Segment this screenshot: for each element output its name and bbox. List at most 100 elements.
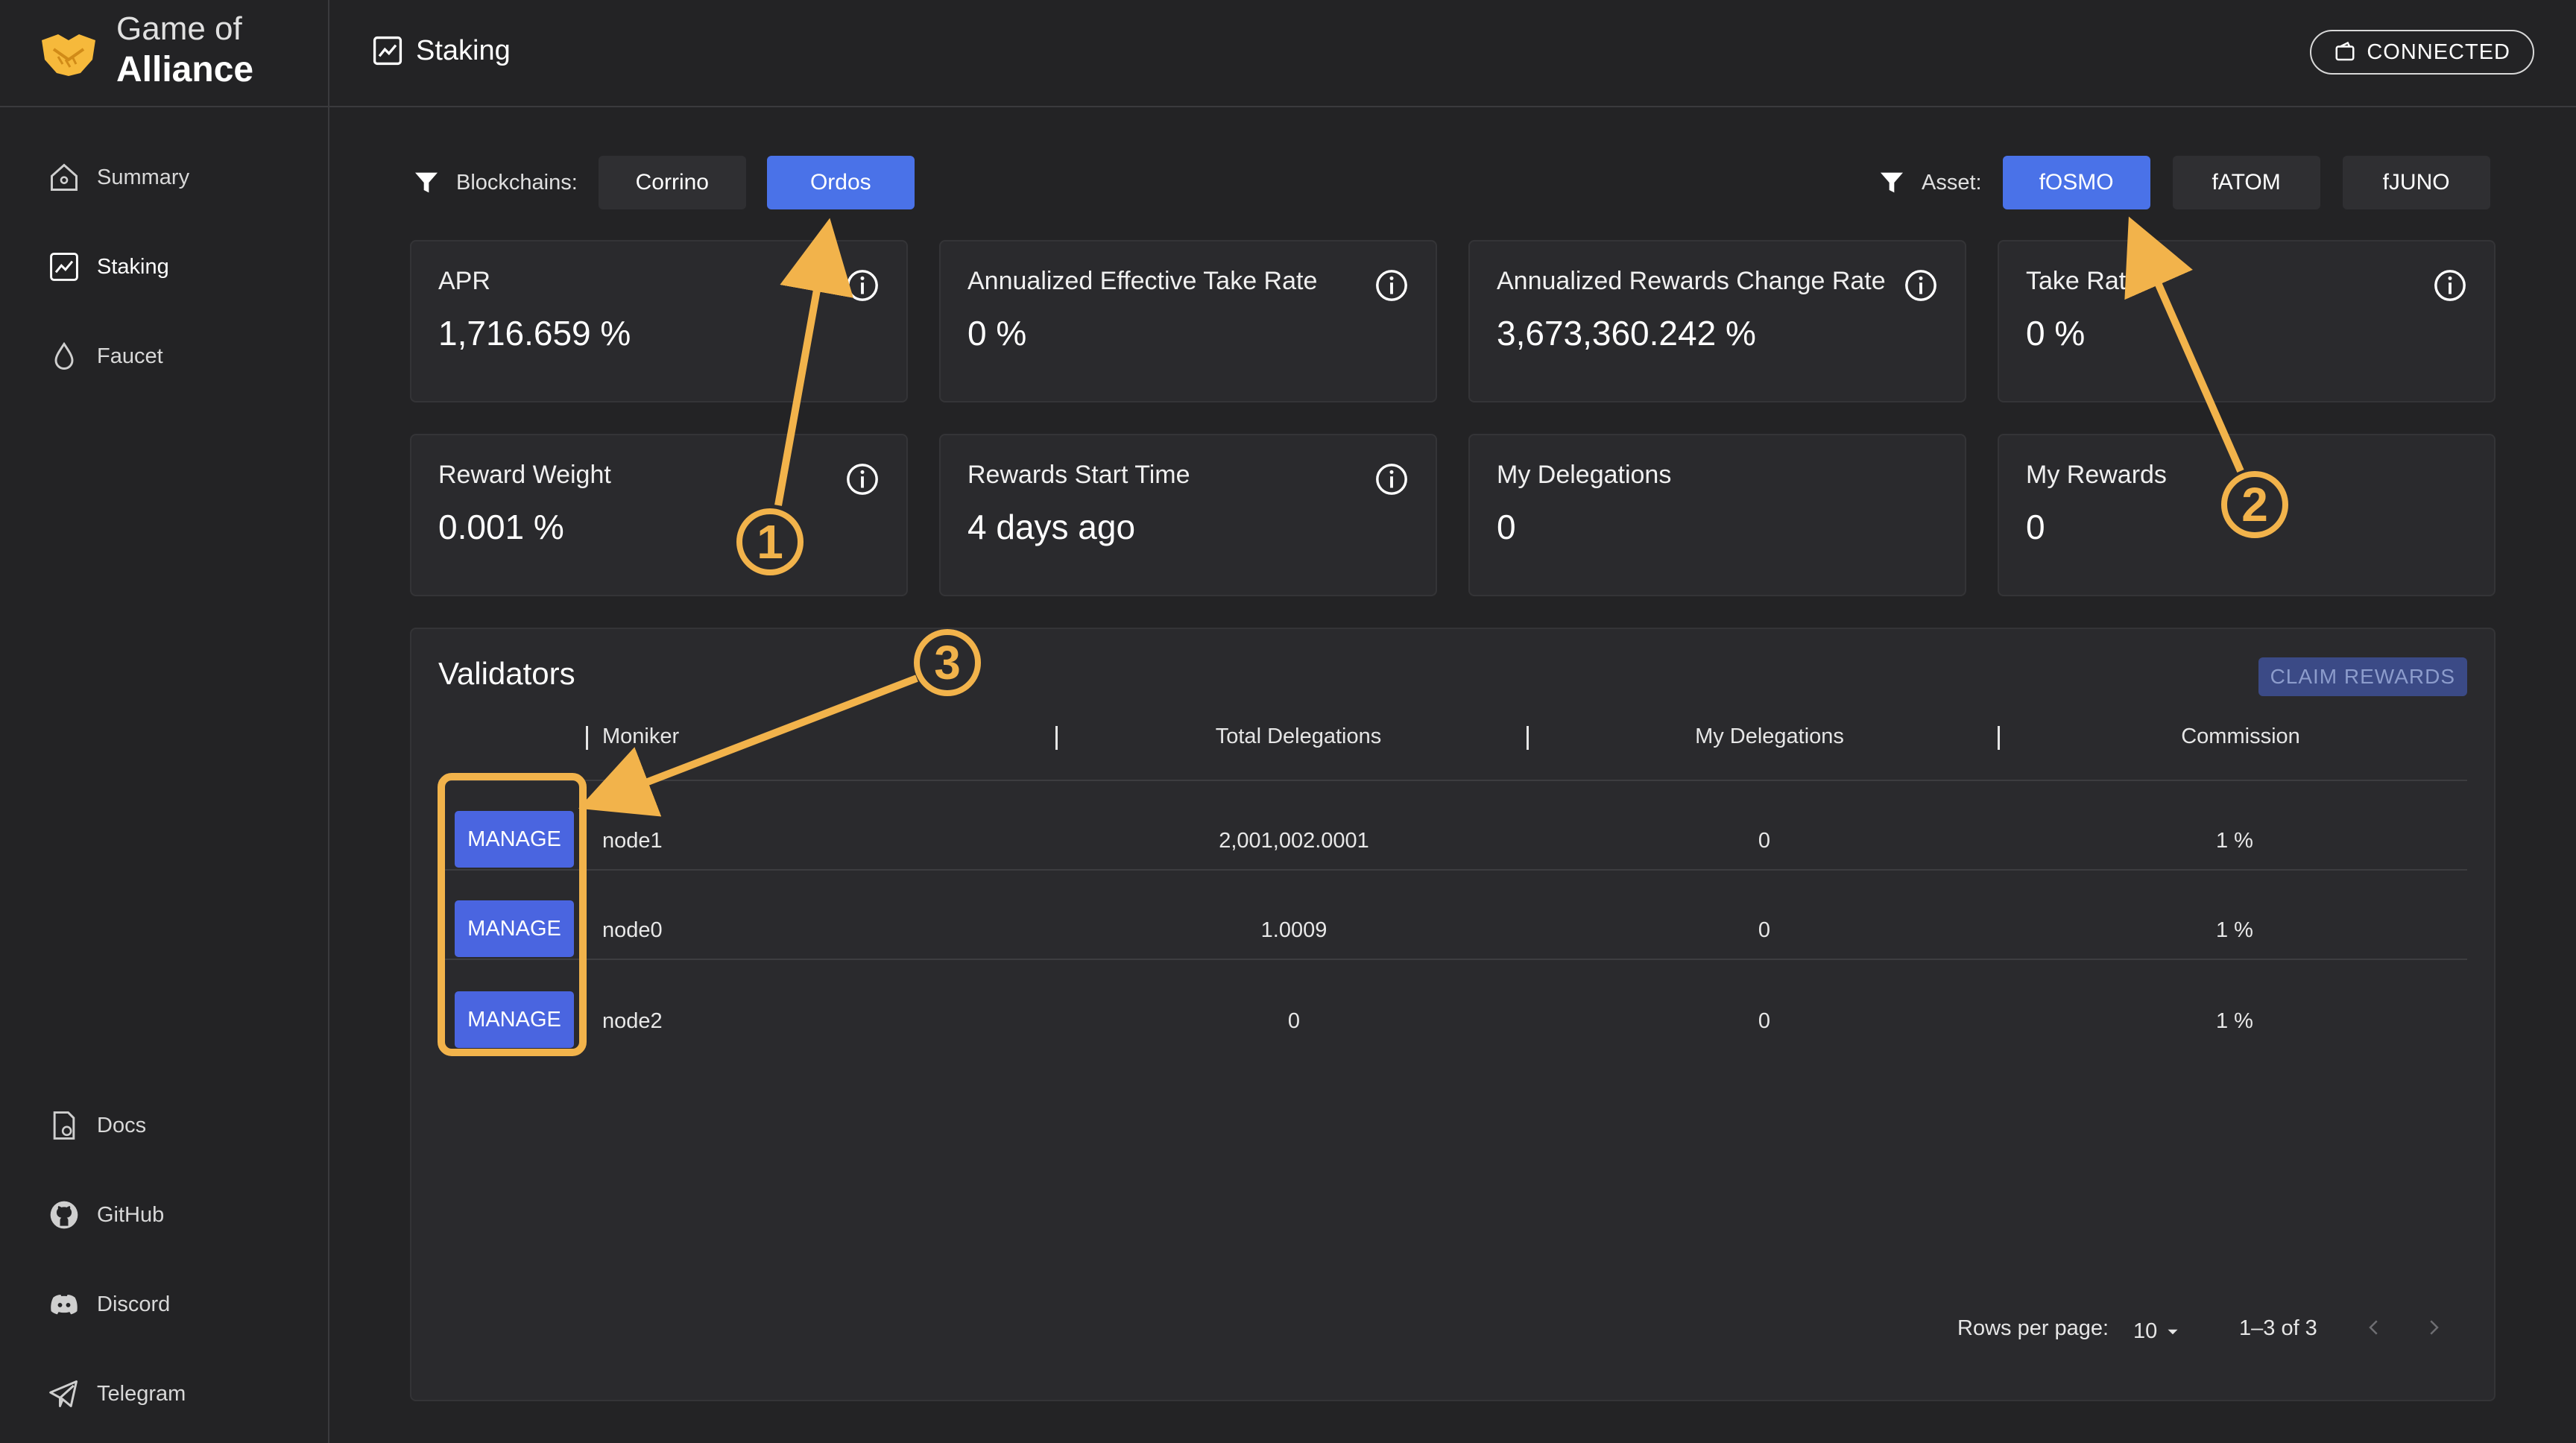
cell-total-delegations: 2,001,002.0001 <box>1219 829 1369 853</box>
sidebar-item-label: Discord <box>97 1292 171 1316</box>
sidebar: Game of Alliance Summary Staking Faucet … <box>0 0 329 1443</box>
sidebar-item-staking[interactable]: Staking <box>46 244 169 289</box>
next-page-button[interactable] <box>2422 1316 2445 1339</box>
asset-filter: Asset: fOSMO fATOM fJUNO <box>1877 155 2490 210</box>
connected-wallet-button[interactable]: CONNECTED <box>2310 30 2534 75</box>
docs-icon <box>46 1108 82 1143</box>
filter-icon <box>1881 172 1903 193</box>
stat-card-rewards-change-rate: Annualized Rewards Change Rate 3,673,360… <box>1468 240 1966 402</box>
page-title: Staking <box>371 34 511 67</box>
stat-value: 0 % <box>967 314 1027 353</box>
info-icon[interactable] <box>1904 268 1938 303</box>
info-icon[interactable] <box>2433 268 2467 303</box>
previous-page-button[interactable] <box>2363 1316 2385 1339</box>
brand: Game of Alliance <box>0 0 328 107</box>
sidebar-item-label: Telegram <box>97 1381 186 1406</box>
row-divider <box>438 780 2467 781</box>
column-header-moniker[interactable]: Moniker <box>602 724 679 749</box>
page-title-text: Staking <box>416 34 511 66</box>
info-icon[interactable] <box>845 268 880 303</box>
stat-value: 1,716.659 % <box>438 314 631 353</box>
chevron-left-icon <box>2369 1320 2378 1335</box>
column-header-total-delegations[interactable]: Total Delegations <box>1149 724 1448 749</box>
blockchain-filter-label: Blockchains: <box>456 170 578 195</box>
manage-button[interactable]: MANAGE <box>455 811 574 868</box>
sidebar-item-label: Docs <box>97 1113 147 1137</box>
chart-icon <box>373 36 402 66</box>
pagination-range: 1–3 of 3 <box>2239 1316 2317 1340</box>
row-divider <box>438 869 2467 871</box>
info-icon[interactable] <box>1374 462 1409 496</box>
info-icon[interactable] <box>1374 268 1409 303</box>
sidebar-item-summary[interactable]: Summary <box>46 155 189 200</box>
stat-card-take-rate: Take Rate 0 % <box>1998 240 2496 402</box>
asset-filter-label: Asset: <box>1922 170 1982 195</box>
stat-label: My Rewards <box>2026 461 2167 489</box>
brand-line1: Game of <box>116 10 242 47</box>
info-icon[interactable] <box>845 462 880 496</box>
chip-fatom[interactable]: fATOM <box>2172 156 2320 209</box>
stat-card-rewards-start-time: Rewards Start Time 4 days ago <box>939 434 1437 596</box>
stat-value: 0 <box>2026 508 2045 546</box>
brand-line2: Alliance <box>116 50 254 89</box>
droplet-icon <box>46 338 82 374</box>
chip-ordos[interactable]: Ordos <box>766 156 915 209</box>
discord-icon <box>46 1286 82 1322</box>
stat-label: My Delegations <box>1497 461 1672 489</box>
github-icon <box>46 1197 82 1233</box>
stat-card-effective-take-rate: Annualized Effective Take Rate 0 % <box>939 240 1437 402</box>
cell-moniker: node2 <box>602 1009 663 1033</box>
column-header-commission[interactable]: Commission <box>2092 724 2390 749</box>
chevron-right-icon <box>2430 1320 2439 1335</box>
cell-commission: 1 % <box>2216 1009 2253 1033</box>
claim-rewards-button[interactable]: CLAIM REWARDS <box>2258 657 2467 696</box>
validators-panel: Validators CLAIM REWARDS Moniker Total D… <box>410 628 2496 1401</box>
sidebar-item-github[interactable]: GitHub <box>46 1193 164 1237</box>
stat-label: APR <box>438 267 490 295</box>
stat-label: Reward Weight <box>438 461 611 489</box>
cell-commission: 1 % <box>2216 829 2253 853</box>
sidebar-item-discord[interactable]: Discord <box>46 1282 170 1327</box>
rows-per-page-label: Rows per page: <box>1957 1316 2109 1340</box>
stat-label: Annualized Effective Take Rate <box>967 267 1318 295</box>
rows-per-page-select[interactable]: 10 <box>2133 1319 2182 1344</box>
chip-fosmo[interactable]: fOSMO <box>2002 156 2150 209</box>
annotation-badge-2: 2 <box>2221 471 2288 538</box>
cell-total-delegations: 0 <box>1287 1009 1301 1033</box>
column-separator <box>1998 726 2000 750</box>
row-divider <box>438 959 2467 960</box>
rows-per-page-value: 10 <box>2133 1319 2158 1343</box>
stat-value: 3,673,360.242 % <box>1497 314 1756 353</box>
handshake-logo-icon <box>42 34 95 76</box>
sidebar-item-label: Summary <box>97 165 190 189</box>
stat-card-apr: APR 1,716.659 % <box>410 240 908 402</box>
column-separator <box>1527 726 1529 750</box>
stat-value: 0 % <box>2026 314 2086 353</box>
filter-icon <box>415 172 438 193</box>
stat-card-reward-weight: Reward Weight 0.001 % <box>410 434 908 596</box>
stat-card-my-delegations: My Delegations 0 <box>1468 434 1966 596</box>
stat-value: 0.001 % <box>438 508 564 546</box>
stat-value: 4 days ago <box>967 508 1136 546</box>
stat-label: Take Rate <box>2026 267 2141 295</box>
chevron-down-icon <box>2168 1329 2178 1334</box>
manage-button[interactable]: MANAGE <box>455 900 574 957</box>
column-separator <box>1055 726 1058 750</box>
annotation-badge-3: 3 <box>914 629 981 696</box>
cell-my-delegations: 0 <box>1758 1009 1771 1033</box>
sidebar-item-telegram[interactable]: Telegram <box>46 1371 186 1416</box>
cell-total-delegations: 1.0009 <box>1260 918 1328 942</box>
sidebar-item-docs[interactable]: Docs <box>46 1103 146 1148</box>
chip-fjuno[interactable]: fJUNO <box>2342 156 2490 209</box>
chip-corrino[interactable]: Corrino <box>598 156 746 209</box>
telegram-icon <box>46 1376 82 1412</box>
connected-label: CONNECTED <box>2367 40 2510 64</box>
sidebar-item-label: Faucet <box>97 344 163 368</box>
column-header-my-delegations[interactable]: My Delegations <box>1620 724 1919 749</box>
sidebar-item-label: GitHub <box>97 1202 165 1227</box>
manage-button[interactable]: MANAGE <box>455 991 574 1048</box>
sidebar-item-faucet[interactable]: Faucet <box>46 334 163 379</box>
cell-moniker: node0 <box>602 918 663 942</box>
cell-my-delegations: 0 <box>1758 829 1771 853</box>
validators-title: Validators <box>438 656 575 691</box>
